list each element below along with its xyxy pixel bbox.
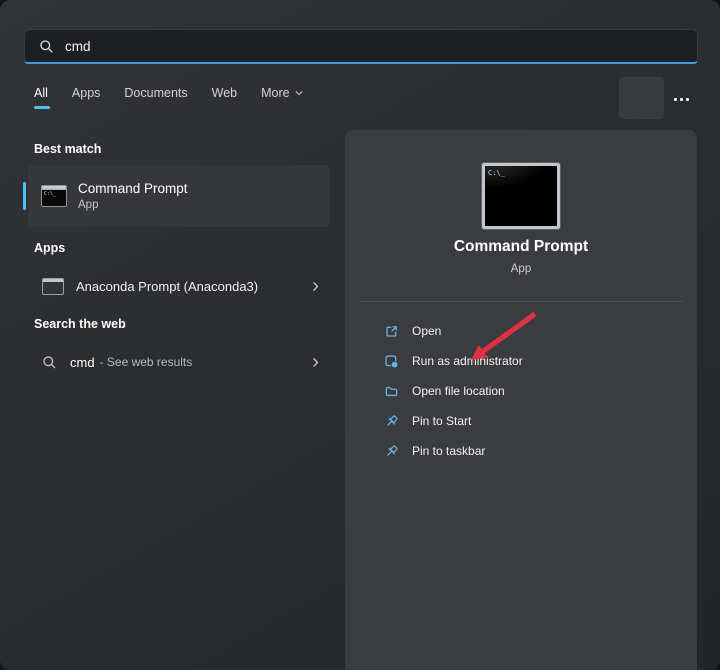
tab-apps[interactable]: Apps: [72, 86, 101, 109]
command-prompt-icon: [41, 185, 67, 207]
action-run-as-administrator[interactable]: Run as administrator: [345, 346, 697, 376]
open-external-icon: [384, 324, 399, 339]
command-prompt-large-icon: [482, 163, 560, 229]
result-web-search-cmd[interactable]: cmd - See web results: [28, 341, 330, 383]
chevron-down-icon: [294, 88, 304, 98]
folder-icon: [384, 384, 399, 399]
selection-accent-bar: [23, 182, 26, 210]
action-open-file-location[interactable]: Open file location: [345, 376, 697, 406]
chevron-right-icon[interactable]: [309, 280, 322, 293]
result-title: Anaconda Prompt (Anaconda3): [76, 279, 258, 294]
search-icon: [42, 355, 57, 370]
preview-app-type: App: [345, 263, 697, 275]
tab-all[interactable]: All: [34, 86, 48, 109]
tab-more[interactable]: More: [261, 86, 303, 109]
result-anaconda-prompt[interactable]: Anaconda Prompt (Anaconda3): [28, 265, 330, 307]
window-shield-icon: [384, 354, 399, 369]
tab-web[interactable]: Web: [212, 86, 237, 109]
terminal-window-icon: [42, 278, 64, 295]
result-title: Command Prompt: [78, 181, 188, 196]
action-open[interactable]: Open: [345, 316, 697, 346]
divider: [360, 301, 682, 302]
action-pin-to-start[interactable]: Pin to Start: [345, 406, 697, 436]
section-header-search-the-web: Search the web: [34, 317, 126, 331]
toolbar-hover-highlight: [619, 77, 664, 119]
ellipsis-icon: [674, 98, 677, 101]
web-query-text: cmd: [70, 355, 95, 370]
preview-card-command-prompt: Command Prompt App Open Run as administr…: [345, 130, 697, 670]
preview-app-title: Command Prompt: [345, 238, 697, 256]
search-box[interactable]: [24, 29, 698, 64]
section-header-apps: Apps: [34, 241, 65, 255]
pushpin-icon: [384, 414, 399, 429]
search-icon: [39, 39, 54, 54]
action-pin-to-taskbar[interactable]: Pin to taskbar: [345, 436, 697, 466]
action-list: Open Run as administrator Open file loca…: [345, 316, 697, 466]
section-header-best-match: Best match: [34, 142, 101, 156]
chevron-right-icon[interactable]: [309, 356, 322, 369]
search-filter-tabs: All Apps Documents Web More: [34, 86, 304, 109]
search-input[interactable]: [65, 39, 665, 54]
more-options-button[interactable]: [666, 88, 696, 110]
search-flyout-panel: All Apps Documents Web More Best match C…: [0, 0, 720, 670]
result-best-match-command-prompt[interactable]: Command Prompt App: [28, 165, 330, 227]
tab-documents[interactable]: Documents: [124, 86, 187, 109]
web-suffix-text: - See web results: [100, 355, 193, 369]
pushpin-icon: [384, 444, 399, 459]
result-subtitle: App: [78, 199, 188, 211]
